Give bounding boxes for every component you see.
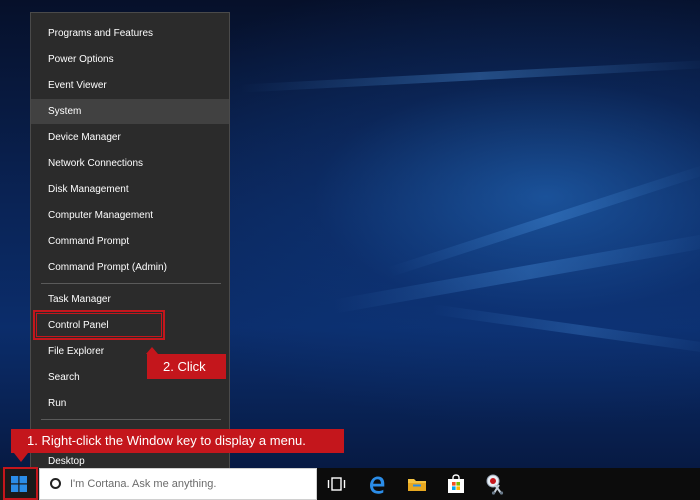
menu-item-network-connections[interactable]: Network Connections (31, 151, 229, 176)
winx-context-menu: Programs and Features Power Options Even… (30, 12, 230, 470)
search-placeholder: I'm Cortana. Ask me anything. (70, 478, 217, 490)
start-button-highlight-box (3, 467, 38, 500)
menu-separator (41, 419, 221, 420)
callout-step-1: 1. Right-click the Window key to display… (11, 429, 344, 453)
file-explorer-icon[interactable] (404, 471, 430, 497)
cortana-search-box[interactable]: I'm Cortana. Ask me anything. (39, 468, 317, 500)
task-view-icon[interactable] (323, 471, 349, 497)
menu-item-command-prompt[interactable]: Command Prompt (31, 229, 229, 254)
menu-item-computer-management[interactable]: Computer Management (31, 203, 229, 228)
menu-item-system[interactable]: System (31, 99, 229, 124)
wallpaper-light-beam (331, 230, 700, 314)
menu-item-event-viewer[interactable]: Event Viewer (31, 73, 229, 98)
wallpaper-light-beam (240, 59, 700, 93)
store-icon[interactable] (443, 471, 469, 497)
menu-item-programs-and-features[interactable]: Programs and Features (31, 21, 229, 46)
wallpaper-light-beam (386, 162, 700, 278)
wallpaper-light-beam (430, 304, 700, 356)
snipping-tool-icon[interactable] (482, 471, 508, 497)
edge-browser-icon[interactable] (364, 471, 390, 497)
menu-item-command-prompt-admin[interactable]: Command Prompt (Admin) (31, 255, 229, 280)
callout-step-2: 2. Click (147, 354, 226, 379)
control-panel-highlight-box-inner (36, 313, 162, 337)
cortana-circle-icon (50, 478, 61, 489)
menu-item-power-options[interactable]: Power Options (31, 47, 229, 72)
menu-item-run[interactable]: Run (31, 391, 229, 416)
menu-item-device-manager[interactable]: Device Manager (31, 125, 229, 150)
menu-item-task-manager[interactable]: Task Manager (31, 287, 229, 312)
menu-separator (41, 283, 221, 284)
menu-item-disk-management[interactable]: Disk Management (31, 177, 229, 202)
callout-arrow (146, 347, 158, 354)
callout-arrow (14, 453, 28, 462)
